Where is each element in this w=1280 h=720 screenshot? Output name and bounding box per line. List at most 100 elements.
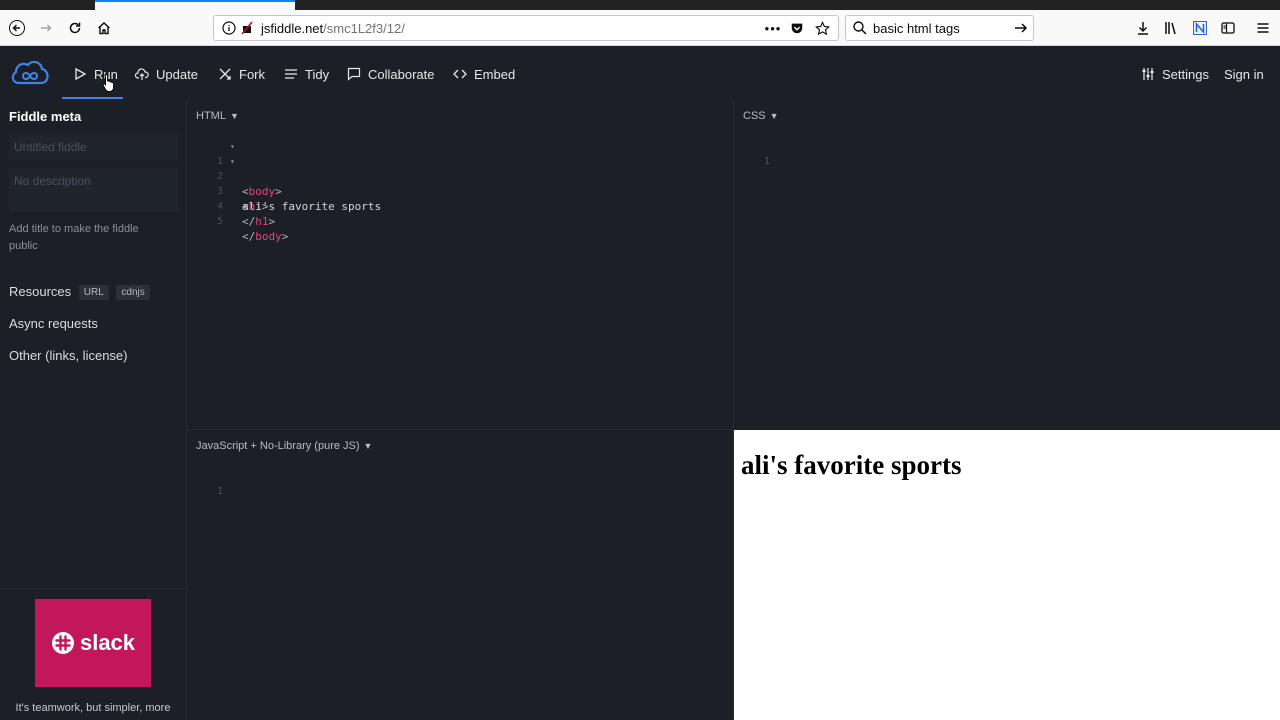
code-text: ali's favorite sports [242, 200, 382, 213]
fork-label: Fork [239, 66, 265, 82]
html-code-editor[interactable]: 1 ▾ <body> 2 ▾ <h1> 3 ali's favorite spo… [187, 139, 381, 243]
fiddle-description-input[interactable]: No description [9, 168, 178, 212]
css-code-editor[interactable]: 1 [734, 139, 774, 167]
bracket: < [242, 185, 249, 198]
js-panel-label[interactable]: JavaScript + No-Library (pure JS) ▼ [196, 440, 372, 452]
downloads-button[interactable] [1130, 15, 1156, 41]
lines-icon [285, 69, 297, 79]
code-icon [453, 69, 467, 79]
browser-toolbar: jsfiddle.net/smc1L2f3/12/ ••• basic html… [0, 10, 1280, 46]
blocked-permission-icon[interactable] [240, 21, 254, 35]
sidebar-item-async-requests[interactable]: Async requests [9, 316, 98, 331]
search-input-text[interactable]: basic html tags [873, 21, 960, 36]
active-tab-indicator [95, 0, 295, 2]
mouse-pointer-hand-icon [102, 73, 115, 92]
library-icon [1165, 22, 1176, 35]
sliders-icon [1142, 68, 1154, 80]
embed-button[interactable]: Embed [453, 65, 515, 83]
menu-button[interactable] [1250, 15, 1276, 41]
bracket: </ [242, 215, 256, 228]
url-text[interactable]: jsfiddle.net/smc1L2f3/12/ [261, 21, 405, 36]
pocket-icon[interactable] [789, 20, 805, 36]
result-panel[interactable]: ali's favorite sports [734, 430, 1280, 720]
url-bar[interactable]: jsfiddle.net/smc1L2f3/12/ ••• [213, 15, 839, 41]
hamburger-menu-icon [1257, 23, 1269, 33]
collaborate-button[interactable]: Collaborate [347, 65, 435, 83]
bracket: > [275, 185, 282, 198]
search-icon [853, 21, 867, 35]
code-line: 5 </body> [187, 199, 288, 243]
line-number: 5 [216, 216, 223, 227]
reload-button[interactable] [62, 15, 88, 41]
tag-name: body [255, 230, 282, 243]
reload-icon [69, 22, 81, 34]
bookmark-star-icon[interactable] [814, 20, 830, 36]
update-button[interactable]: Update [135, 65, 198, 83]
sign-in-button[interactable]: Sign in [1224, 65, 1264, 83]
result-heading: ali's favorite sports [741, 450, 962, 480]
info-icon[interactable] [222, 21, 236, 35]
forward-arrow-icon [41, 24, 52, 32]
line-number: 1 [763, 156, 770, 167]
cdnjs-badge[interactable]: cdnjs [116, 285, 150, 300]
code-line: 1 [187, 469, 227, 497]
search-go-arrow-icon[interactable] [1013, 20, 1029, 36]
jsfiddle-logo-icon[interactable] [9, 59, 51, 87]
panel-divider-horizontal[interactable] [187, 429, 733, 430]
sidebar-title: Fiddle meta [9, 109, 82, 124]
slack-ad[interactable]: slack [35, 599, 151, 687]
fork-icon [219, 68, 231, 80]
back-button[interactable] [4, 15, 30, 41]
resources-label: Resources [9, 284, 72, 299]
library-button[interactable] [1158, 15, 1184, 41]
cloud-upload-icon [135, 68, 149, 80]
extension-n-icon [1193, 21, 1207, 35]
chevron-down-icon: ▼ [363, 441, 373, 451]
page-actions-menu[interactable]: ••• [765, 20, 781, 36]
sidebar-divider [0, 588, 186, 589]
fiddle-meta-sidebar: Fiddle meta Untitled fiddle No descripti… [0, 100, 187, 720]
slack-wordmark: slack [79, 630, 136, 655]
fork-button[interactable]: Fork [218, 65, 265, 83]
js-label-text: JavaScript + No-Library (pure JS) [196, 440, 360, 452]
url-badge[interactable]: URL [78, 285, 109, 300]
url-host: jsfiddle.net [261, 21, 324, 36]
html-panel-label[interactable]: HTML ▼ [196, 110, 239, 122]
bracket: > [281, 230, 289, 243]
home-button[interactable] [91, 15, 117, 41]
css-label-text: CSS [743, 110, 766, 122]
forward-button[interactable] [33, 15, 59, 41]
code-line: 2 ▾ <h1> [187, 154, 269, 213]
code-line: 4 </h1> [187, 184, 275, 228]
js-panel[interactable]: JavaScript + No-Library (pure JS) ▼ 1 [187, 430, 733, 720]
collaborate-label: Collaborate [368, 66, 435, 82]
sidebar-item-resources[interactable]: Resources URL cdnjs [9, 284, 150, 300]
search-bar[interactable]: basic html tags [845, 15, 1034, 41]
bracket: > [268, 215, 276, 228]
sidebar-item-other[interactable]: Other (links, license) [9, 348, 127, 363]
tag-name: body [248, 185, 276, 198]
tidy-button[interactable]: Tidy [284, 65, 329, 83]
ad-copy[interactable]: It's teamwork, but simpler, more [6, 700, 180, 716]
css-panel[interactable]: CSS ▼ 1 [734, 100, 1280, 429]
jsfiddle-header: Run Update Fork Tidy Collaborate Embed S… [0, 46, 1280, 100]
code-line: 1 [734, 139, 774, 167]
tag-name: h1 [255, 215, 269, 228]
update-label: Update [156, 66, 198, 82]
code-line: 1 ▾ <body> [187, 139, 282, 198]
tidy-label: Tidy [305, 66, 330, 82]
html-panel[interactable]: HTML ▼ 1 ▾ <body> 2 ▾ <h1> 3 ali's favori… [187, 100, 733, 429]
fold-arrow-icon[interactable]: ▾ [230, 154, 235, 169]
sidebar-toggle-button[interactable] [1215, 15, 1241, 41]
settings-button[interactable]: Settings [1141, 65, 1209, 83]
css-panel-label[interactable]: CSS ▼ [743, 110, 779, 122]
line-number: 1 [216, 486, 223, 497]
js-code-editor[interactable]: 1 [187, 469, 227, 497]
extension-button[interactable] [1187, 15, 1213, 41]
code-line: 3 ali's favorite sports [187, 169, 381, 213]
fold-arrow-icon[interactable]: ▾ [230, 139, 235, 154]
settings-label: Settings [1162, 66, 1209, 82]
fiddle-title-input[interactable]: Untitled fiddle [9, 134, 178, 160]
chat-icon [347, 67, 361, 81]
sign-in-label: Sign in [1224, 66, 1264, 82]
